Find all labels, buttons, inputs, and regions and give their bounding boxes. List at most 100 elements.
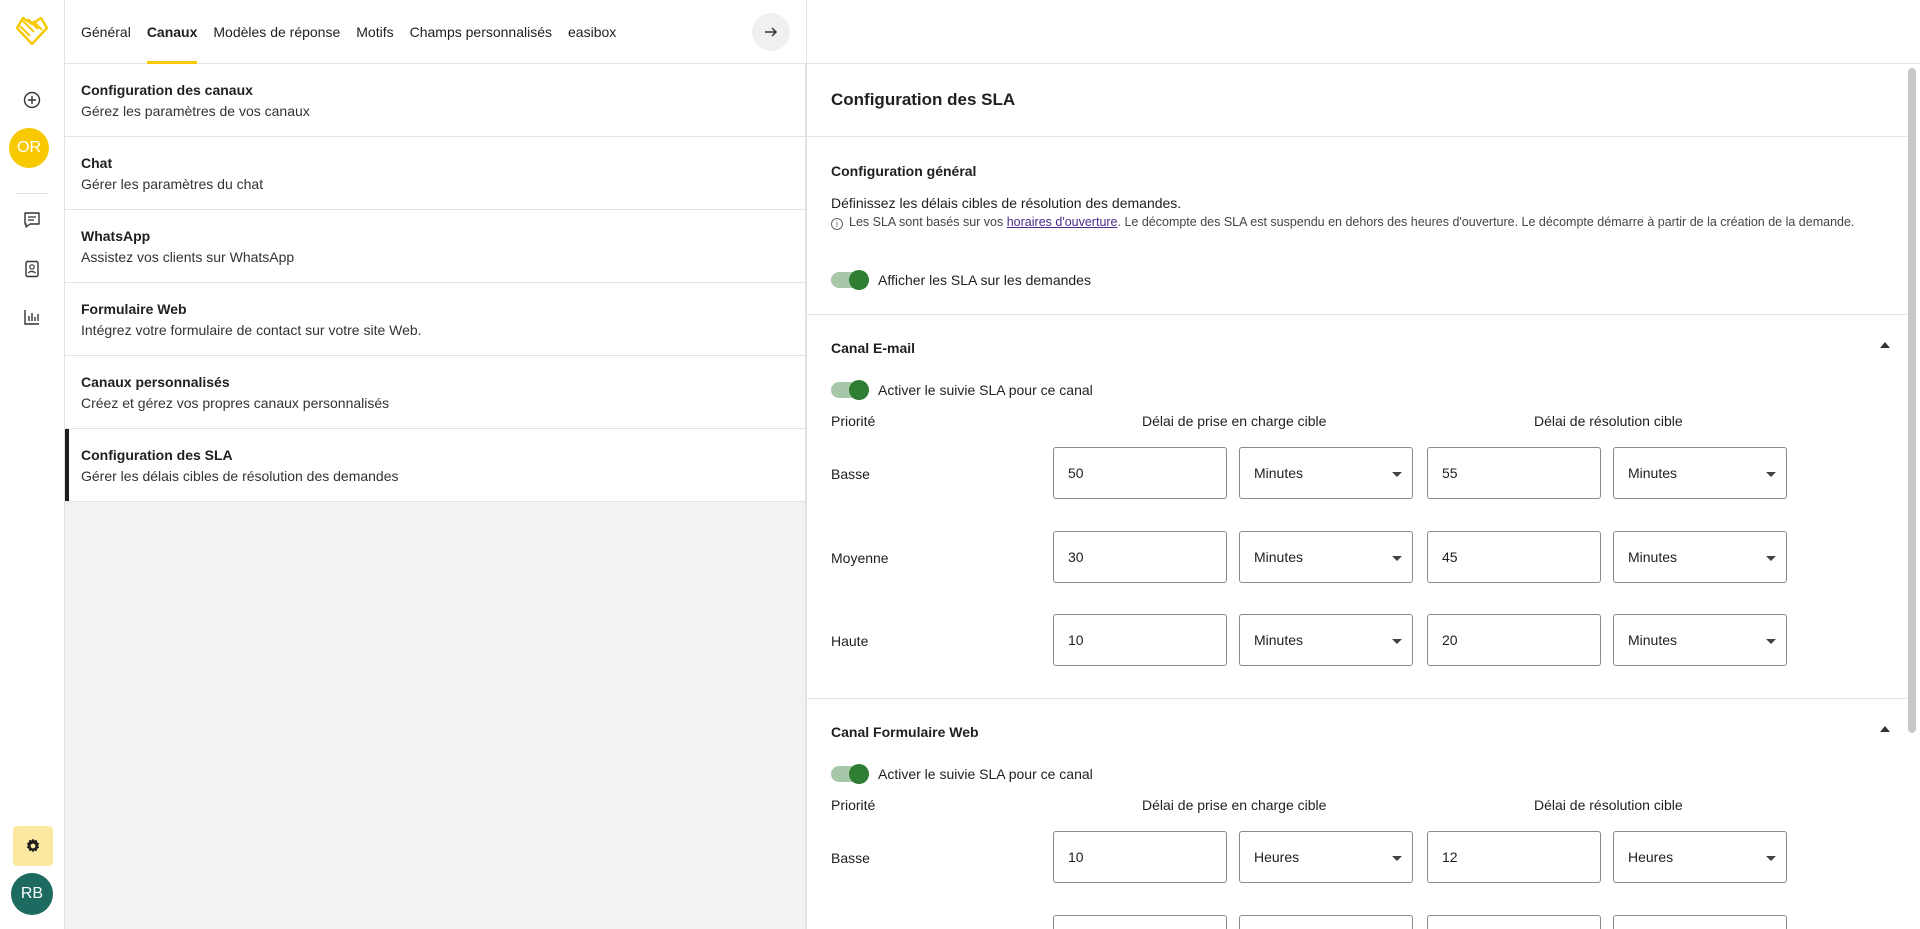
tab-modeles[interactable]: Modèles de réponse xyxy=(213,0,340,64)
avatar[interactable]: OR xyxy=(9,128,49,168)
email-haute-resolution-input[interactable]: 20 xyxy=(1427,614,1601,666)
list-item-formulaire-web[interactable]: Formulaire Web Intégrez votre formulaire… xyxy=(65,283,805,356)
list-item-title: Configuration des SLA xyxy=(81,447,233,463)
email-sla-toggle-row: Activer le suivie SLA pour ce canal xyxy=(831,380,1093,400)
caret-down-icon xyxy=(1766,556,1776,561)
conversations-icon[interactable] xyxy=(16,204,48,236)
app-root: OR RB Général Canaux Modèles de réponse … xyxy=(0,0,1920,929)
list-item-subtitle: Gérer les paramètres du chat xyxy=(81,176,264,192)
sla-detail-panel: Configuration des SLA Configuration géné… xyxy=(806,64,1920,929)
list-item-config-canaux[interactable]: Configuration des canaux Gérez les param… xyxy=(65,64,805,137)
scrollbar[interactable] xyxy=(1908,68,1916,733)
caret-down-icon xyxy=(1392,472,1402,477)
user-avatar[interactable]: RB xyxy=(11,873,53,915)
list-item-title: Formulaire Web xyxy=(81,301,187,317)
logo-icon[interactable] xyxy=(14,14,50,46)
email-basse-resolution-unit-select[interactable]: Minutes xyxy=(1613,447,1787,499)
list-item-title: Canaux personnalisés xyxy=(81,374,230,390)
select-value: Minutes xyxy=(1254,465,1304,481)
priority-label-haute: Haute xyxy=(831,633,869,649)
settings-button[interactable] xyxy=(13,826,53,866)
email-sla-toggle-label: Activer le suivie SLA pour ce canal xyxy=(878,382,1093,398)
email-moyenne-resolution-input[interactable]: 45 xyxy=(1427,531,1601,583)
resolution-column-header: Délai de résolution cible xyxy=(1534,797,1683,813)
info-icon: i xyxy=(831,218,843,230)
gear-icon xyxy=(26,838,40,853)
caret-down-icon xyxy=(1392,639,1402,644)
tab-motifs[interactable]: Motifs xyxy=(356,0,393,64)
email-haute-response-unit-select[interactable]: Minutes xyxy=(1239,614,1413,666)
email-section-title: Canal E-mail xyxy=(831,340,916,356)
web-basse-resolution-unit-select[interactable]: Heures xyxy=(1613,831,1787,883)
list-item-subtitle: Créez et gérez vos propres canaux person… xyxy=(81,395,390,411)
info-text-after: . Le décompte des SLA est suspendu en de… xyxy=(1117,215,1855,229)
web-next-response-unit-select[interactable] xyxy=(1239,915,1413,929)
tab-general[interactable]: Général xyxy=(81,0,131,64)
select-value: Minutes xyxy=(1628,465,1678,481)
web-sla-toggle[interactable] xyxy=(831,764,869,784)
rail-divider xyxy=(16,193,48,194)
list-item-title: Chat xyxy=(81,155,113,171)
web-sla-toggle-row: Activer le suivie SLA pour ce canal xyxy=(831,764,1093,784)
list-item-config-sla[interactable]: Configuration des SLA Gérer les délais c… xyxy=(65,429,805,502)
select-value: Heures xyxy=(1254,849,1300,865)
settings-tabs: Général Canaux Modèles de réponse Motifs… xyxy=(65,0,806,64)
web-basse-response-input[interactable]: 10 xyxy=(1053,831,1227,883)
divider xyxy=(807,136,1907,137)
contacts-icon[interactable] xyxy=(16,253,48,285)
web-basse-resolution-input[interactable]: 12 xyxy=(1427,831,1601,883)
scroll-tabs-button[interactable] xyxy=(752,13,790,51)
list-item-subtitle: Gérer les délais cibles de résolution de… xyxy=(81,468,399,484)
email-haute-response-input[interactable]: 10 xyxy=(1053,614,1227,666)
email-moyenne-response-input[interactable]: 30 xyxy=(1053,531,1227,583)
list-item-title: Configuration des canaux xyxy=(81,82,253,98)
select-value: Minutes xyxy=(1254,549,1304,565)
web-section-title: Canal Formulaire Web xyxy=(831,724,979,740)
sla-info-text: i Les SLA sont basés sur vos horaires d'o… xyxy=(831,212,1891,232)
divider xyxy=(807,314,1907,315)
email-sla-toggle[interactable] xyxy=(831,380,869,400)
select-value: Minutes xyxy=(1628,549,1678,565)
priority-column-header: Priorité xyxy=(831,413,876,429)
web-basse-response-unit-select[interactable]: Heures xyxy=(1239,831,1413,883)
tab-champs[interactable]: Champs personnalisés xyxy=(410,0,552,64)
email-basse-response-input[interactable]: 50 xyxy=(1053,447,1227,499)
detail-header-bar xyxy=(806,0,1920,64)
stats-icon[interactable] xyxy=(16,301,48,333)
caret-down-icon xyxy=(1766,639,1776,644)
caret-down-icon xyxy=(1392,856,1402,861)
divider xyxy=(807,698,1907,699)
resolution-column-header: Délai de résolution cible xyxy=(1534,413,1683,429)
email-haute-resolution-unit-select[interactable]: Minutes xyxy=(1613,614,1787,666)
list-item-title: WhatsApp xyxy=(81,228,151,244)
email-moyenne-response-unit-select[interactable]: Minutes xyxy=(1239,531,1413,583)
select-value: Heures xyxy=(1628,849,1674,865)
collapse-email-icon[interactable] xyxy=(1880,342,1890,348)
web-sla-toggle-label: Activer le suivie SLA pour ce canal xyxy=(878,766,1093,782)
left-rail: OR RB xyxy=(0,0,65,929)
list-item-subtitle: Assistez vos clients sur WhatsApp xyxy=(81,249,295,265)
email-moyenne-resolution-unit-select[interactable]: Minutes xyxy=(1613,531,1787,583)
list-item-subtitle: Gérez les paramètres de vos canaux xyxy=(81,103,310,119)
collapse-web-icon[interactable] xyxy=(1880,726,1890,732)
opening-hours-link[interactable]: horaires d'ouverture xyxy=(1007,215,1118,229)
list-item-whatsapp[interactable]: WhatsApp Assistez vos clients sur WhatsA… xyxy=(65,210,805,283)
priority-label-basse: Basse xyxy=(831,466,870,482)
general-description: Définissez les délais cibles de résoluti… xyxy=(831,195,1182,211)
response-column-header: Délai de prise en charge cible xyxy=(1142,797,1327,813)
web-next-resolution-unit-select[interactable] xyxy=(1613,915,1787,929)
web-next-resolution-input[interactable] xyxy=(1427,915,1601,929)
show-sla-toggle[interactable] xyxy=(831,270,869,290)
show-sla-toggle-row: Afficher les SLA sur les demandes xyxy=(831,270,1091,290)
email-basse-resolution-input[interactable]: 55 xyxy=(1427,447,1601,499)
list-item-canaux-personnalises[interactable]: Canaux personnalisés Créez et gérez vos … xyxy=(65,356,805,429)
list-item-chat[interactable]: Chat Gérer les paramètres du chat xyxy=(65,137,805,210)
tab-canaux[interactable]: Canaux xyxy=(146,0,197,64)
email-basse-response-unit-select[interactable]: Minutes xyxy=(1239,447,1413,499)
select-value: Minutes xyxy=(1628,632,1678,648)
caret-down-icon xyxy=(1766,472,1776,477)
web-next-response-input[interactable] xyxy=(1053,915,1227,929)
tab-easibox[interactable]: easibox xyxy=(568,0,616,64)
priority-label-basse: Basse xyxy=(831,850,870,866)
add-icon[interactable] xyxy=(16,84,48,116)
